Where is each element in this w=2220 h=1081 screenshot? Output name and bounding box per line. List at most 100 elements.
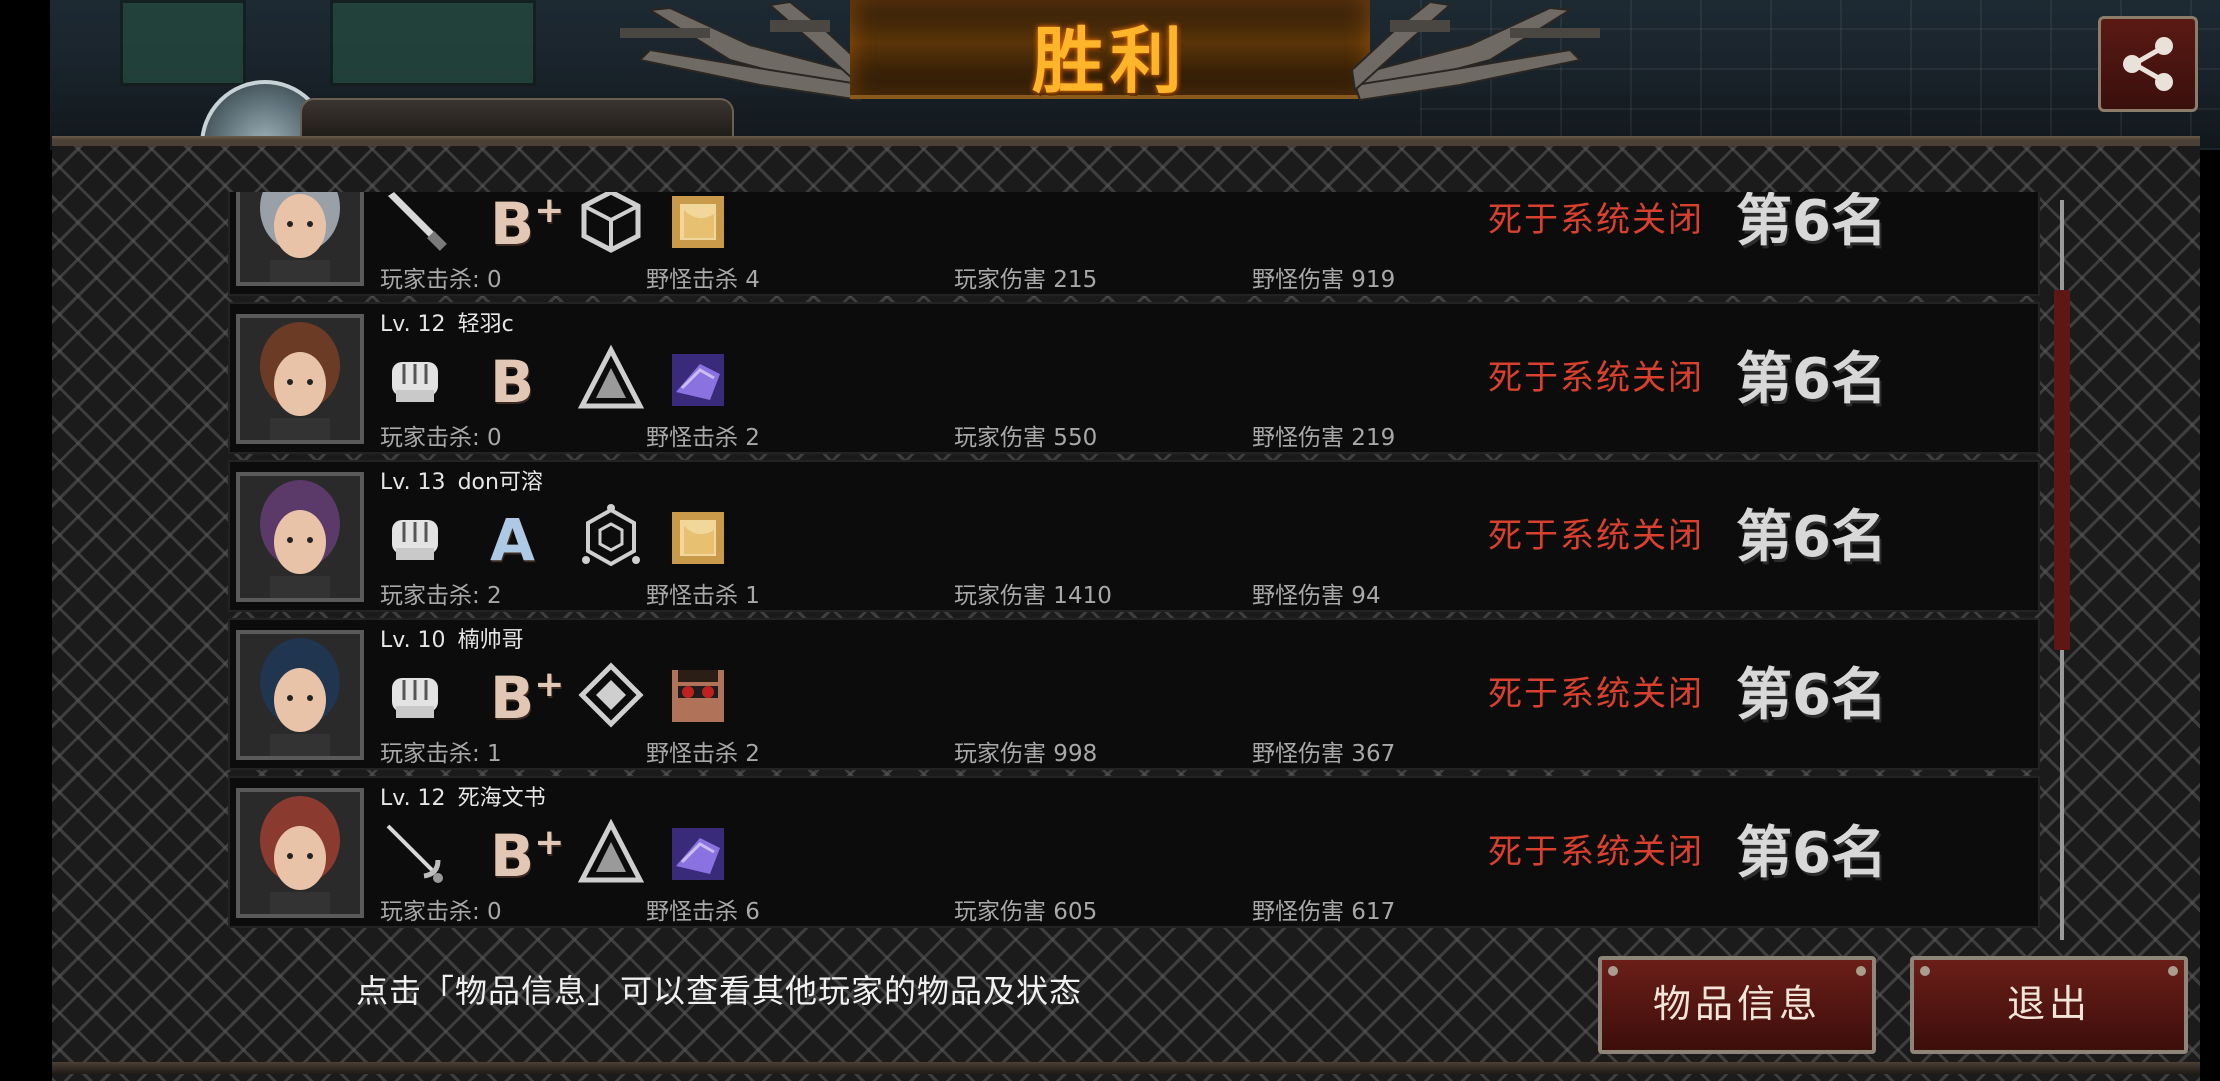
player-damage: 玩家伤害 215: [954, 267, 1098, 293]
player-row[interactable]: Lv. 12 死海文书 B+ 玩家击杀: 0 野怪击杀 6 玩家伤害 605 野怪伤害 61…: [228, 776, 2040, 928]
player-damage: 玩家伤害 605: [954, 899, 1098, 925]
grade-letter: B: [490, 348, 535, 416]
death-cause: 死于系统关闭: [1488, 516, 1704, 556]
player-level-name: Lv. 10 楠帅哥: [380, 622, 536, 654]
player-name: 轻羽c: [457, 312, 514, 337]
player-loadout: B+: [380, 818, 780, 890]
grade-plus: +: [534, 822, 565, 863]
background-monitor: [330, 0, 536, 86]
player-rank: 第6名: [1736, 347, 1887, 412]
grade-letter: B: [490, 192, 535, 258]
monster-damage: 野怪伤害 94: [1252, 583, 1381, 609]
monster-damage: 野怪伤害 617: [1252, 899, 1396, 925]
player-name: 楠帅哥: [457, 628, 524, 653]
player-loadout: B+: [380, 192, 780, 258]
monster-kills: 野怪击杀 4: [646, 267, 760, 293]
grade-badge: B+: [490, 192, 564, 258]
triangle-emblem-icon: [576, 344, 646, 414]
victory-title: 胜利: [1031, 19, 1188, 103]
player-loadout: A: [380, 502, 780, 574]
player-loadout: B: [380, 344, 780, 416]
player-rank: 第6名: [1736, 663, 1887, 728]
monster-kills: 野怪击杀 2: [646, 425, 760, 451]
monster-damage: 野怪伤害 919: [1252, 267, 1396, 293]
player-name: don可溶: [457, 470, 543, 495]
player-result-list[interactable]: B+ 玩家击杀: 0 野怪击杀 4 玩家伤害 215 野怪伤害 919 死于系统关闭 第6名…: [228, 192, 2040, 940]
grade-letter: B: [490, 664, 535, 732]
player-level-name: Lv. 12 死海文书: [380, 780, 558, 812]
rapier-icon: [380, 818, 450, 888]
gold-item-icon: [670, 194, 726, 250]
grade-badge: B+: [490, 664, 564, 732]
player-rank: 第6名: [1736, 192, 1887, 254]
death-cause: 死于系统关闭: [1488, 200, 1704, 240]
player-row[interactable]: B+ 玩家击杀: 0 野怪击杀 4 玩家伤害 215 野怪伤害 919 死于系统关闭 第6名: [228, 192, 2040, 296]
player-kills: 玩家击杀: 0: [380, 899, 502, 925]
fist-icon: [380, 502, 450, 572]
player-kills: 玩家击杀: 2: [380, 583, 502, 609]
player-rank: 第6名: [1736, 505, 1887, 570]
death-cause: 死于系统关闭: [1488, 358, 1704, 398]
fist-icon: [380, 344, 450, 414]
grade-badge: B: [490, 348, 534, 416]
left-guns-wings-icon: [620, 0, 870, 102]
knife-icon: [380, 192, 450, 256]
hint-text: 点击「物品信息」可以查看其他玩家的物品及状态: [356, 972, 1083, 1010]
monster-damage: 野怪伤害 219: [1252, 425, 1396, 451]
panel-bottom-border: [52, 1062, 2200, 1074]
player-level-name: Lv. 12 轻羽c: [380, 306, 526, 338]
player-level-name: Lv. 13 don可溶: [380, 464, 555, 496]
grade-badge: A: [490, 506, 535, 574]
triangle-emblem-icon: [576, 818, 646, 888]
player-damage: 玩家伤害 1410: [954, 583, 1112, 609]
death-cause: 死于系统关闭: [1488, 832, 1704, 872]
player-damage: 玩家伤害 998: [954, 741, 1098, 767]
player-name: 死海文书: [457, 786, 546, 811]
diamond-emblem-icon: [576, 660, 646, 730]
right-guns-wings-icon: [1350, 0, 1600, 102]
exit-button[interactable]: 退出: [1910, 956, 2188, 1054]
player-avatar: [236, 192, 364, 286]
player-level: Lv. 12: [380, 312, 446, 337]
monster-kills: 野怪击杀 2: [646, 741, 760, 767]
title-plate: 胜利: [850, 0, 1370, 103]
face-item-icon: [670, 668, 726, 724]
item-info-button[interactable]: 物品信息: [1598, 956, 1876, 1054]
player-loadout: B+: [380, 660, 780, 732]
monster-kills: 野怪击杀 1: [646, 583, 760, 609]
player-level: Lv. 10: [380, 628, 446, 653]
player-avatar: [236, 788, 364, 918]
gold-item-icon: [670, 510, 726, 566]
cube-emblem-icon: [576, 192, 646, 256]
purple-item-icon: [670, 826, 726, 882]
purple-item-icon: [670, 352, 726, 408]
background-monitor: [120, 0, 246, 86]
player-rank: 第6名: [1736, 821, 1887, 886]
grade-letter: B: [490, 822, 535, 890]
victory-banner: 胜利: [610, 0, 1610, 110]
player-row[interactable]: Lv. 13 don可溶 A 玩家击杀: 2 野怪击杀 1 玩家伤害 1410 野怪伤害 9…: [228, 460, 2040, 612]
player-damage: 玩家伤害 550: [954, 425, 1098, 451]
player-avatar: [236, 472, 364, 602]
player-kills: 玩家击杀: 0: [380, 425, 502, 451]
player-avatar: [236, 630, 364, 760]
grade-plus: +: [534, 192, 565, 231]
grade-badge: B+: [490, 822, 564, 890]
fist-icon: [380, 660, 450, 730]
monster-kills: 野怪击杀 6: [646, 899, 760, 925]
grade-plus: +: [534, 664, 565, 705]
player-avatar: [236, 314, 364, 444]
share-button[interactable]: [2098, 16, 2198, 112]
player-row[interactable]: Lv. 12 轻羽c B 玩家击杀: 0 野怪击杀 2 玩家伤害 550 野怪伤害 219 死…: [228, 302, 2040, 454]
player-level: Lv. 12: [380, 786, 446, 811]
player-kills: 玩家击杀: 1: [380, 741, 502, 767]
player-level: Lv. 13: [380, 470, 446, 495]
death-cause: 死于系统关闭: [1488, 674, 1704, 714]
share-icon: [2123, 37, 2173, 91]
monster-damage: 野怪伤害 367: [1252, 741, 1396, 767]
player-kills: 玩家击杀: 0: [380, 267, 502, 293]
scrollbar-thumb[interactable]: [2054, 290, 2070, 650]
hexagon-emblem-icon: [576, 502, 646, 572]
player-row[interactable]: Lv. 10 楠帅哥 B+ 玩家击杀: 1 野怪击杀 2 玩家伤害 998 野怪伤害 367…: [228, 618, 2040, 770]
grade-letter: A: [490, 506, 535, 574]
